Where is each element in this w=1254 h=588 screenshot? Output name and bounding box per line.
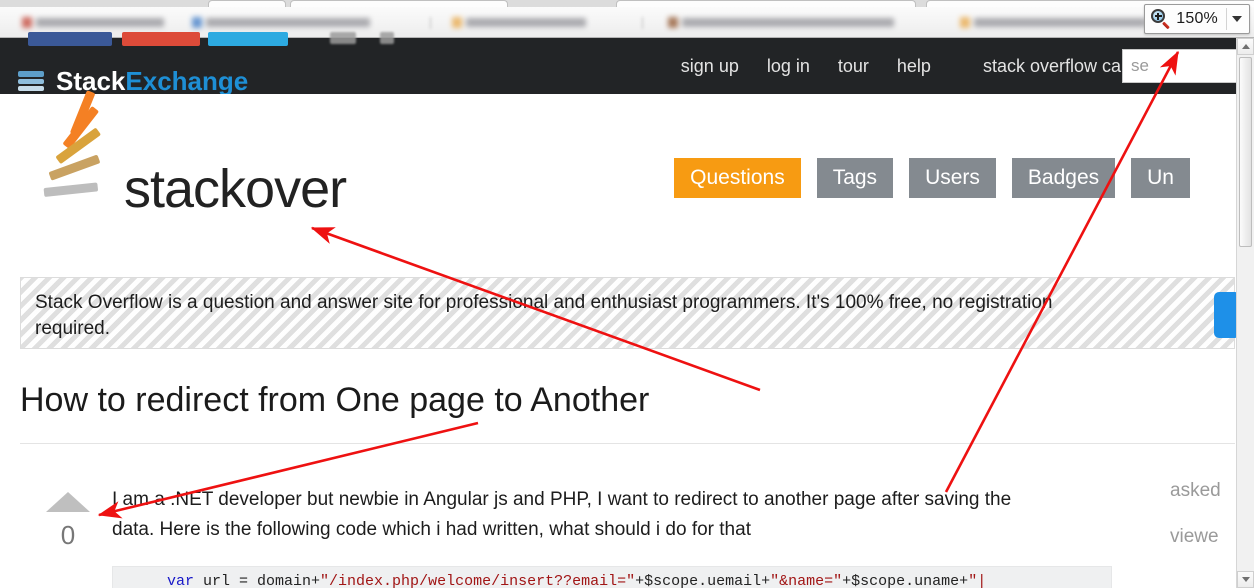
question-title[interactable]: How to redirect from One page to Another xyxy=(20,378,1000,422)
stackexchange-text-accent: Exchange xyxy=(125,66,249,96)
code-text: +$scope.uemail+ xyxy=(635,573,771,588)
bookmark-separator xyxy=(642,17,643,29)
stackoverflow-wordmark: stackover xyxy=(124,159,347,219)
code-line: var url = domain+"/index.php/welcome/ins… xyxy=(167,573,986,588)
site-notice-banner: Stack Overflow is a question and answer … xyxy=(20,277,1240,349)
code-string: "| xyxy=(968,573,987,588)
tab-tags[interactable]: Tags xyxy=(816,158,894,198)
bookmark-label xyxy=(36,18,164,27)
bookmark-label xyxy=(682,18,894,27)
site-nav-tabs: Questions Tags Users Badges Un xyxy=(674,158,1190,198)
bookmark-item[interactable] xyxy=(960,16,1160,29)
stackoverflow-logo[interactable]: stackover xyxy=(38,90,368,228)
favicon-icon xyxy=(22,17,32,28)
tab-questions[interactable]: Questions xyxy=(674,158,801,198)
bookmark-separator xyxy=(430,17,431,29)
code-text: url = domain+ xyxy=(194,573,321,588)
topbar-search-input[interactable]: se xyxy=(1122,49,1254,83)
topbar-nav: sign up log in tour help stack overflow … xyxy=(667,38,1254,94)
bookmark-item[interactable] xyxy=(668,16,908,29)
favicon-icon xyxy=(960,17,970,28)
chevron-down-icon[interactable] xyxy=(1227,16,1247,22)
browser-tab[interactable] xyxy=(290,0,508,7)
bookmark-item[interactable] xyxy=(22,16,178,29)
upvote-icon[interactable] xyxy=(46,492,90,512)
code-string: "/index.php/welcome/insert??email=" xyxy=(320,573,636,588)
bookmark-item[interactable] xyxy=(192,16,382,29)
vote-cell: 0 xyxy=(38,492,98,551)
search-placeholder: se xyxy=(1131,56,1149,75)
tab-badges[interactable]: Badges xyxy=(1011,158,1116,198)
facebook-share-button[interactable] xyxy=(28,32,112,46)
divider xyxy=(20,443,1235,444)
nav-link-log-in[interactable]: log in xyxy=(753,56,824,77)
question-code-block: var url = domain+"/index.php/welcome/ins… xyxy=(112,566,1112,588)
bookmark-label xyxy=(206,18,370,27)
tab-unanswered[interactable]: Un xyxy=(1131,158,1190,198)
browser-tab[interactable] xyxy=(616,0,916,7)
stackoverflow-stack-icon xyxy=(38,90,124,206)
stat-asked-label: asked xyxy=(1170,480,1221,501)
zoom-control[interactable]: 150% xyxy=(1144,4,1250,34)
vote-count: 0 xyxy=(60,520,76,550)
browser-tab-strip xyxy=(0,0,1254,7)
bookmark-label xyxy=(974,18,1146,27)
nav-link-sign-up[interactable]: sign up xyxy=(667,56,753,77)
zoom-level-value: 150% xyxy=(1176,10,1218,27)
twitter-share-button[interactable] xyxy=(208,32,288,46)
tab-users[interactable]: Users xyxy=(909,158,996,198)
bookmark-label xyxy=(466,18,586,27)
site-header: stackover Questions Tags Users Badges Un xyxy=(0,90,1236,219)
question-stats: asked viewe xyxy=(1170,468,1240,560)
code-keyword: var xyxy=(167,573,195,588)
share-widget[interactable] xyxy=(330,32,356,44)
browser-screenshot: 150% StackExchange sign up log in tour h… xyxy=(0,0,1254,588)
nav-link-help[interactable]: help xyxy=(883,56,945,77)
googleplus-share-button[interactable] xyxy=(122,32,200,46)
site-notice-text: Stack Overflow is a question and answer … xyxy=(35,292,1053,339)
bookmark-item[interactable] xyxy=(452,16,600,29)
favicon-icon xyxy=(452,17,462,28)
favicon-icon xyxy=(192,17,202,28)
vertical-scrollbar[interactable] xyxy=(1236,38,1254,588)
code-string: "&name=" xyxy=(770,573,843,588)
favicon-icon xyxy=(668,17,678,28)
scroll-up-button[interactable] xyxy=(1237,38,1254,55)
scroll-down-button[interactable] xyxy=(1237,571,1254,588)
stackexchange-logo[interactable]: StackExchange xyxy=(18,66,248,97)
nav-link-tour[interactable]: tour xyxy=(824,56,883,77)
code-text: +$scope.uname+ xyxy=(842,573,969,588)
stackexchange-icon xyxy=(18,70,44,93)
question-body-text: I am a .NET developer but newbie in Angu… xyxy=(112,489,1012,540)
magnifier-plus-icon xyxy=(1150,8,1172,30)
browser-tab[interactable] xyxy=(208,0,286,7)
share-widget[interactable] xyxy=(380,32,394,44)
stackexchange-topbar: StackExchange sign up log in tour help s… xyxy=(0,32,1254,97)
scrollbar-thumb[interactable] xyxy=(1239,57,1252,247)
stat-viewed-label: viewe xyxy=(1170,526,1219,547)
